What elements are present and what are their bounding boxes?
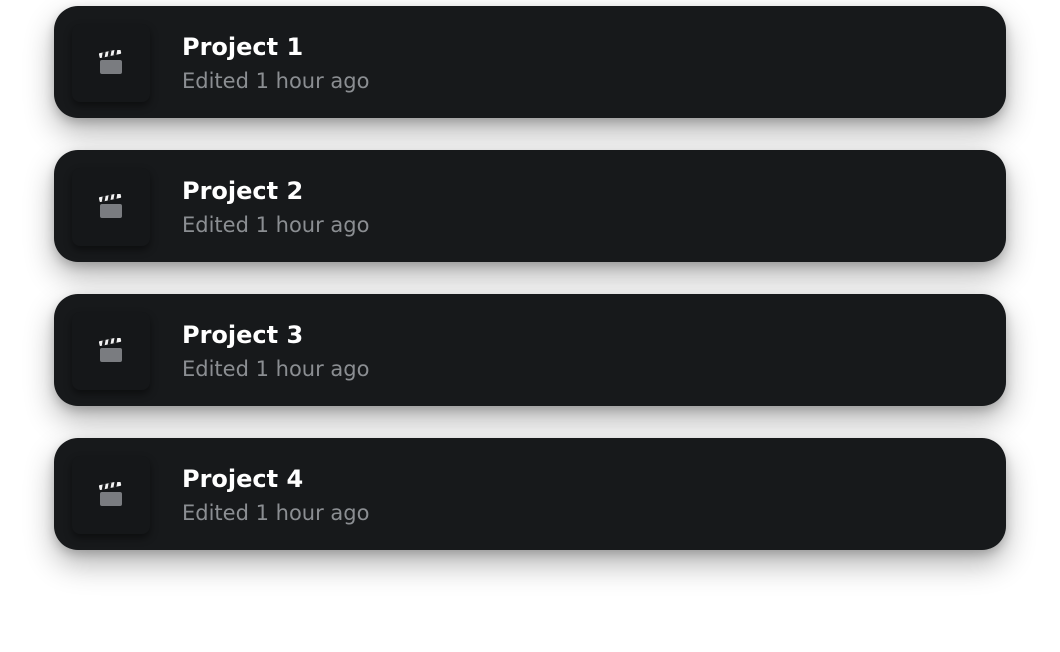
project-thumbnail: [72, 24, 150, 102]
project-thumbnail: [72, 168, 150, 246]
project-edited-time: Edited 1 hour ago: [182, 69, 370, 93]
clapperboard-icon: [98, 50, 122, 74]
project-title: Project 4: [182, 465, 304, 493]
project-title: Project 1: [182, 33, 304, 61]
project-edited-time: Edited 1 hour ago: [182, 357, 370, 381]
project-thumbnail: [72, 456, 150, 534]
project-title: Project 2: [182, 177, 304, 205]
project-list: Project 1 Edited 1 hour ago Project 2 Ed…: [54, 6, 1006, 582]
project-title: Project 3: [182, 321, 304, 349]
project-card[interactable]: Project 1 Edited 1 hour ago: [54, 6, 1006, 118]
clapperboard-icon: [98, 482, 122, 506]
project-card[interactable]: Project 2 Edited 1 hour ago: [54, 150, 1006, 262]
project-card[interactable]: Project 4 Edited 1 hour ago: [54, 438, 1006, 550]
project-edited-time: Edited 1 hour ago: [182, 501, 370, 525]
project-edited-time: Edited 1 hour ago: [182, 213, 370, 237]
project-thumbnail: [72, 312, 150, 390]
project-card[interactable]: Project 3 Edited 1 hour ago: [54, 294, 1006, 406]
clapperboard-icon: [98, 194, 122, 218]
clapperboard-icon: [98, 338, 122, 362]
